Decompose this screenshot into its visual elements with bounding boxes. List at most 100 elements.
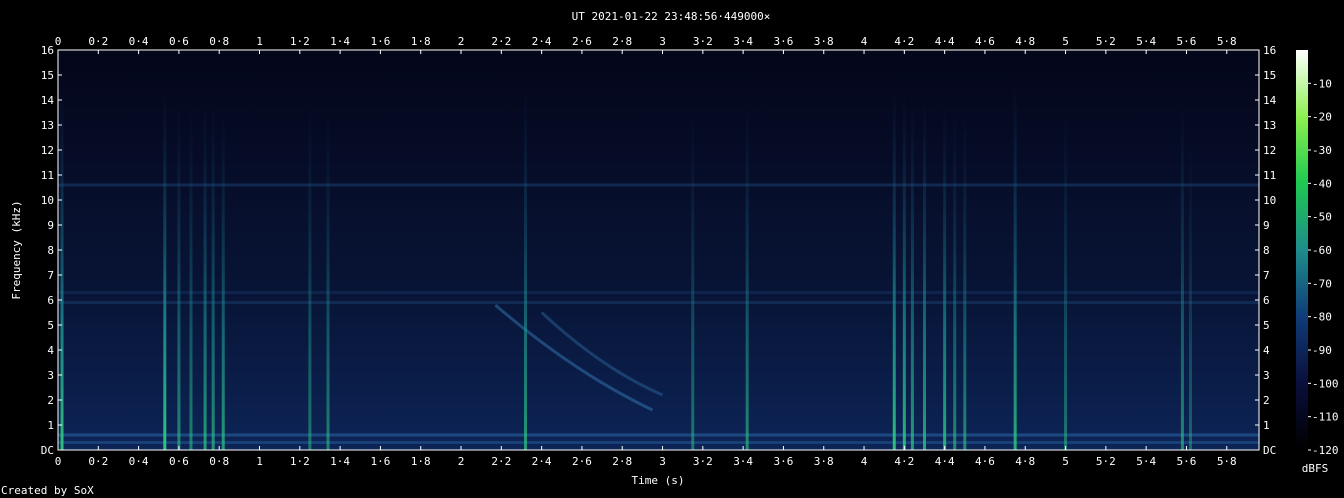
x-axis-label: Time (s) (632, 474, 685, 487)
x-tick-label: 4·4 (935, 455, 955, 468)
y-tick-label: 2 (47, 394, 54, 407)
x-tick-label: 0·8 (209, 455, 229, 468)
x-tick-label: 1 (256, 35, 263, 48)
impulse-line (163, 87, 167, 450)
x-tick-label: 1·8 (411, 455, 431, 468)
impulse-line (892, 87, 896, 450)
y-tick-label: 16 (41, 44, 54, 57)
y-tick-label: 4 (1263, 344, 1270, 357)
x-tick-label: 2·2 (491, 35, 511, 48)
y-tick-label: 15 (41, 69, 54, 82)
impulse-line (203, 100, 207, 450)
horizontal-band (58, 301, 1259, 304)
x-tick-label: 5·6 (1177, 455, 1197, 468)
impulse-line (745, 100, 749, 450)
y-tick-label: 9 (1263, 219, 1270, 232)
y-tick-label: 3 (47, 369, 54, 382)
colorbar-tick-label: -30 (1312, 144, 1332, 157)
y-tick-label: 3 (1263, 369, 1270, 382)
horizontal-band (58, 183, 1259, 187)
horizontal-band (58, 433, 1259, 437)
impulse-line (211, 100, 215, 450)
x-tick-label: 0·4 (129, 35, 149, 48)
x-tick-label: 0·6 (169, 35, 189, 48)
chart-title: UT 2021-01-22 23:48:56·449000× (572, 10, 771, 23)
colorbar-tick-label: -60 (1312, 244, 1332, 257)
x-tick-label: 0 (55, 455, 62, 468)
impulse-line (1013, 80, 1017, 450)
x-tick-label: 5·8 (1217, 35, 1237, 48)
y-tick-label: 2 (1263, 394, 1270, 407)
x-tick-label: 4·6 (975, 35, 995, 48)
impulse-line (963, 112, 967, 450)
spectrogram-background (58, 50, 1259, 450)
y-tick-label: 10 (1263, 194, 1276, 207)
impulse-line (1180, 100, 1184, 450)
x-tick-label: 2·8 (612, 35, 632, 48)
y-tick-label: 6 (1263, 294, 1270, 307)
x-tick-label: 5·4 (1136, 35, 1156, 48)
impulse-line (902, 92, 906, 450)
spectrogram-chart: UT 2021-01-22 23:48:56·449000× 0 0·2 0·4 0·… (1, 10, 1339, 497)
x-tick-label: 4·2 (894, 35, 914, 48)
x-tick-label: 1·2 (290, 35, 310, 48)
y-tick-label: 7 (1263, 269, 1270, 282)
x-tick-label: 2·8 (612, 455, 632, 468)
y-tick-label: 10 (41, 194, 54, 207)
x-tick-label: 3·8 (814, 455, 834, 468)
y-tick-label: 16 (1263, 44, 1276, 57)
x-tick-label: 2·2 (491, 455, 511, 468)
x-tick-label: 3·6 (773, 35, 793, 48)
impulse-line (177, 100, 181, 450)
footer-credit: Created by SoX (1, 484, 94, 497)
impulse-line (1064, 112, 1068, 450)
impulse-line (1188, 137, 1192, 450)
x-tick-label: 1·4 (330, 35, 350, 48)
impulse-line (943, 105, 947, 450)
x-tick-label: 2·6 (572, 35, 592, 48)
x-tick-label: 0·8 (209, 35, 229, 48)
impulse-line (326, 112, 330, 450)
colorbar-tick-label: -110 (1312, 411, 1339, 424)
y-tick-label: DC (1263, 444, 1276, 457)
x-tick-label: 0 (55, 35, 62, 48)
colorbar: -10 -20 -30 -40 -50 -60 -70 -80 -90 -100 -110 -120 (1296, 50, 1339, 457)
y-tick-label: 5 (47, 319, 54, 332)
impulse-line (524, 87, 528, 450)
y-tick-label: 6 (47, 294, 54, 307)
impulse-line (922, 95, 926, 450)
x-tick-label: 1·8 (411, 35, 431, 48)
y-tick-label: DC (41, 444, 54, 457)
x-tick-label: 1·6 (370, 35, 390, 48)
x-tick-label: 0·2 (88, 35, 108, 48)
colorbar-tick-label: -20 (1312, 111, 1332, 124)
x-tick-label: 5·4 (1136, 455, 1156, 468)
colorbar-tick-label: -100 (1312, 377, 1339, 390)
colorbar-tick-label: -90 (1312, 344, 1332, 357)
y-tick-label: 8 (47, 244, 54, 257)
x-tick-label: 3·4 (733, 35, 753, 48)
x-tick-label: 4·8 (1015, 35, 1035, 48)
x-tick-label: 3·8 (814, 35, 834, 48)
colorbar-tick-label: -80 (1312, 311, 1332, 324)
x-tick-label: 0·6 (169, 455, 189, 468)
x-tick-label: 3·2 (693, 455, 713, 468)
y-tick-label: 15 (1263, 69, 1276, 82)
x-tick-label: 2·4 (532, 455, 552, 468)
x-tick-label: 0·4 (129, 455, 149, 468)
x-tick-label: 5·8 (1217, 455, 1237, 468)
y-tick-label: 5 (1263, 319, 1270, 332)
x-tick-label: 2·4 (532, 35, 552, 48)
plot-area (57, 49, 1260, 451)
y-tick-label: 7 (47, 269, 54, 282)
impulse-line (60, 87, 64, 450)
x-tick-label: 3·2 (693, 35, 713, 48)
x-tick-label: 4 (861, 35, 868, 48)
y-tick-label: 1 (47, 419, 54, 432)
x-tick-label: 5·6 (1177, 35, 1197, 48)
impulse-line (910, 100, 914, 450)
x-tick-label: 5 (1062, 455, 1069, 468)
impulse-line (189, 105, 193, 450)
colorbar-tick-label: -10 (1312, 77, 1332, 90)
x-tick-label: 1·2 (290, 455, 310, 468)
